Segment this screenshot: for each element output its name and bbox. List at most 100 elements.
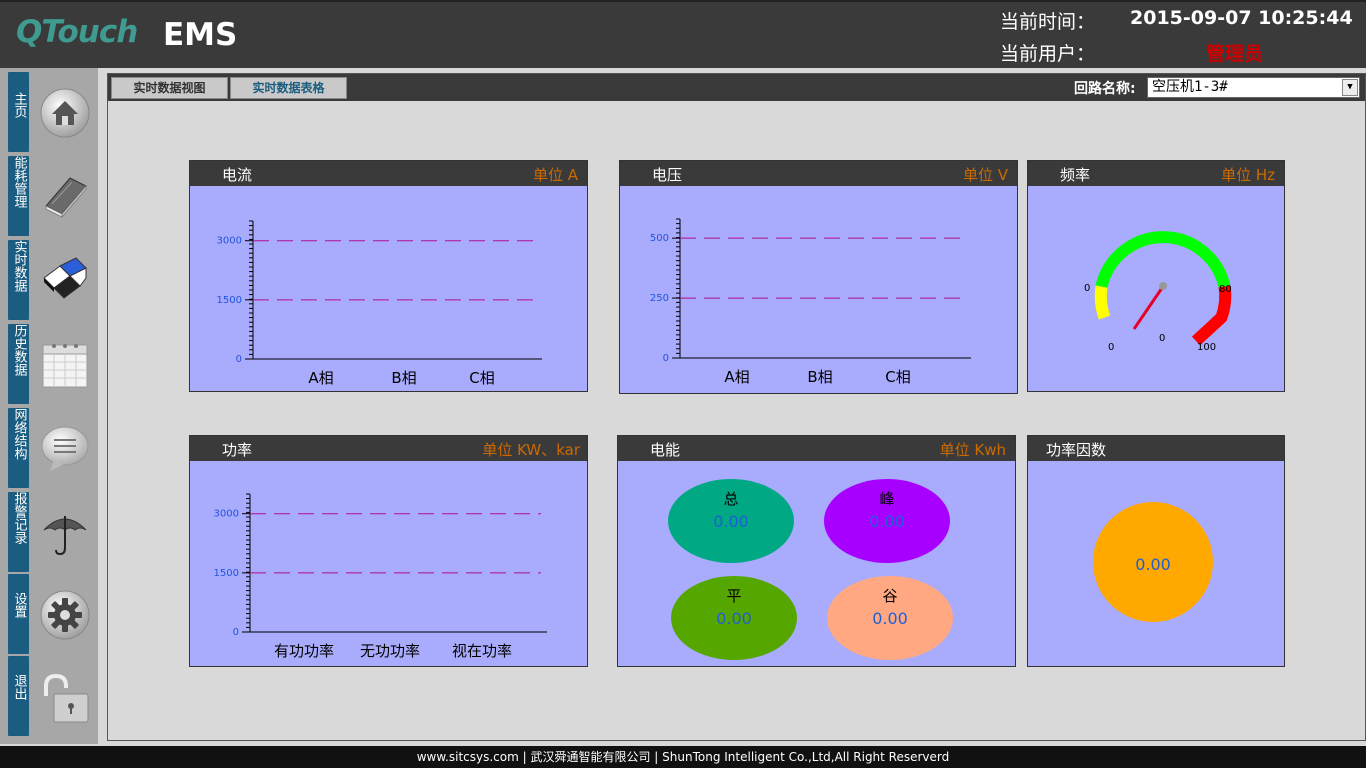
y-tick-label: 3000	[217, 236, 242, 247]
umbrella-icon	[43, 516, 87, 556]
panel-unit: 单位 Hz	[1221, 166, 1275, 184]
book-icon	[45, 177, 87, 219]
current-time-value: 2015-09-07 10:25:44	[1130, 7, 1353, 29]
energy-value: 0.00	[716, 609, 752, 628]
sidebar-item-label: 报警记录	[8, 492, 29, 572]
loop-name-select[interactable]: 空压机1-3# ▼	[1147, 77, 1360, 98]
realtime-data-icon	[43, 257, 87, 299]
y-tick-label: 0	[233, 627, 239, 638]
x-category-label: 无功功率	[360, 642, 420, 660]
x-category-label: A相	[308, 369, 333, 387]
header-bar: QTouch EMS 当前时间： 2015-09-07 10:25:44 当前用…	[0, 0, 1366, 68]
sidebar-item-history-data[interactable]: 历史数据	[8, 324, 98, 404]
sidebar-item-label: 历史数据	[8, 324, 29, 404]
energy-value: 0.00	[713, 512, 749, 531]
tab-realtime-table[interactable]: 实时数据表格	[230, 77, 347, 99]
gauge-value: 0	[1159, 333, 1165, 344]
panel-unit: 单位 A	[532, 166, 578, 184]
energy-name: 总	[723, 490, 739, 508]
voltage-panel: 电压 单位 V 0 250 500 A相 B相 C相	[619, 160, 1018, 394]
energy-peak: 峰 0.00	[824, 479, 950, 563]
unlock-icon	[44, 674, 89, 723]
gauge-label-right: 80	[1219, 284, 1232, 295]
x-category-label: C相	[469, 369, 494, 387]
current-chart: 0 1500 3000 A相 B相 C相	[217, 220, 542, 387]
power-factor-panel: 功率因数 0.00	[1027, 435, 1285, 667]
chevron-down-icon[interactable]: ▼	[1342, 79, 1358, 96]
sidebar-item-alarm-records[interactable]: 报警记录	[8, 492, 98, 572]
panel-title: 电压	[652, 166, 683, 184]
footer: www.sitcsys.com | 武汉舜通智能有限公司 | ShunTong …	[0, 746, 1366, 768]
panel-header: 频率 单位 Hz	[1028, 161, 1284, 186]
x-category-label: 有功功率	[274, 642, 334, 660]
loop-name-label: 回路名称:	[1074, 81, 1136, 97]
sidebar-item-exit[interactable]: 退出	[8, 656, 98, 736]
sidebar-item-realtime-data[interactable]: 实时数据	[8, 240, 98, 320]
panel-header: 电能 单位 Kwh	[618, 436, 1015, 461]
sidebar-item-home[interactable]: 主页	[8, 72, 98, 152]
x-category-label: C相	[885, 368, 910, 386]
energy-name: 峰	[879, 490, 895, 508]
current-time-label: 当前时间：	[1000, 11, 1096, 33]
sidebar-item-label: 退出	[8, 656, 29, 736]
energy-total: 总 0.00	[668, 479, 794, 563]
panel-title: 电流	[222, 166, 253, 184]
y-tick-label: 1500	[217, 295, 242, 306]
y-tick-label: 0	[663, 353, 669, 364]
sidebar: 主页 能耗管理 实时数据 历史数据 网络结构 报警记录 设置 退出	[0, 68, 98, 744]
x-category-label: B相	[391, 369, 416, 387]
y-tick-label: 1500	[214, 568, 239, 579]
energy-panel: 电能 单位 Kwh 总 0.00 峰 0.00 平 0.00 谷 0.00	[617, 435, 1016, 667]
energy-value: 0.00	[869, 512, 905, 531]
panel-title: 功率因数	[1046, 441, 1107, 459]
power-factor-indicator: 0.00	[1093, 502, 1213, 622]
app-name: EMS	[163, 17, 238, 53]
panel-title: 频率	[1060, 166, 1091, 184]
current-user-label: 当前用户：	[1000, 43, 1096, 65]
ems-window: QTouch EMS 当前时间： 2015-09-07 10:25:44 当前用…	[0, 0, 1366, 768]
loop-name-selected: 空压机1-3#	[1152, 79, 1228, 95]
panel-unit: 单位 KW、kar	[482, 441, 580, 459]
frequency-panel: 频率 单位 Hz 0 80 0 100 0	[1027, 160, 1285, 392]
current-panel: 电流 单位 A 0 1500 3000 A相 B相 C相	[189, 160, 588, 392]
sidebar-item-settings[interactable]: 设置	[8, 574, 98, 654]
panel-title: 功率	[222, 441, 253, 459]
panel-unit: 单位 V	[962, 166, 1008, 184]
gauge-mid-band	[1095, 231, 1231, 288]
qtouch-logo: QTouch	[16, 14, 138, 50]
power-panel: 功率 单位 KW、kar 0 1500 3000 有功功率 无功功率 视在功率	[189, 435, 588, 667]
panel-header: 功率因数	[1028, 436, 1284, 461]
frequency-gauge: 0 80 0 100 0	[1084, 231, 1232, 353]
sidebar-item-energy-management[interactable]: 能耗管理	[8, 156, 98, 236]
sidebar-item-label: 实时数据	[8, 240, 29, 320]
tab-realtime-view[interactable]: 实时数据视图	[111, 77, 228, 99]
panel-header: 电压 单位 V	[620, 161, 1017, 186]
energy-value: 0.00	[872, 609, 908, 628]
y-tick-label: 0	[236, 354, 242, 365]
x-category-label: B相	[807, 368, 832, 386]
gear-icon	[40, 590, 90, 640]
y-tick-label: 500	[650, 233, 669, 244]
sidebar-item-label: 主页	[8, 72, 29, 152]
home-icon	[40, 88, 90, 138]
tab-bar: 实时数据视图 实时数据表格 回路名称: 空压机1-3# ▼	[108, 74, 1365, 101]
sidebar-item-label: 网络结构	[8, 408, 29, 488]
panel-title: 电能	[650, 441, 681, 459]
gauge-label-min: 0	[1108, 342, 1114, 353]
panel-unit: 单位 Kwh	[939, 441, 1006, 459]
power-factor-value: 0.00	[1135, 555, 1171, 574]
y-tick-label: 250	[650, 293, 669, 304]
energy-name: 平	[726, 587, 742, 605]
sidebar-item-network-structure[interactable]: 网络结构	[8, 408, 98, 488]
x-category-label: 视在功率	[452, 642, 512, 660]
panel-header: 功率 单位 KW、kar	[190, 436, 587, 461]
power-chart: 0 1500 3000 有功功率 无功功率 视在功率	[214, 493, 547, 660]
gauge-label-left: 0	[1084, 283, 1090, 294]
sidebar-item-label: 设置	[8, 574, 29, 654]
panel-header: 电流 单位 A	[190, 161, 587, 186]
energy-name: 谷	[882, 587, 898, 605]
gauge-pivot	[1159, 282, 1167, 290]
voltage-chart: 0 250 500 A相 B相 C相	[650, 218, 971, 386]
sidebar-item-label: 能耗管理	[8, 156, 29, 236]
energy-flat: 平 0.00	[671, 576, 797, 660]
